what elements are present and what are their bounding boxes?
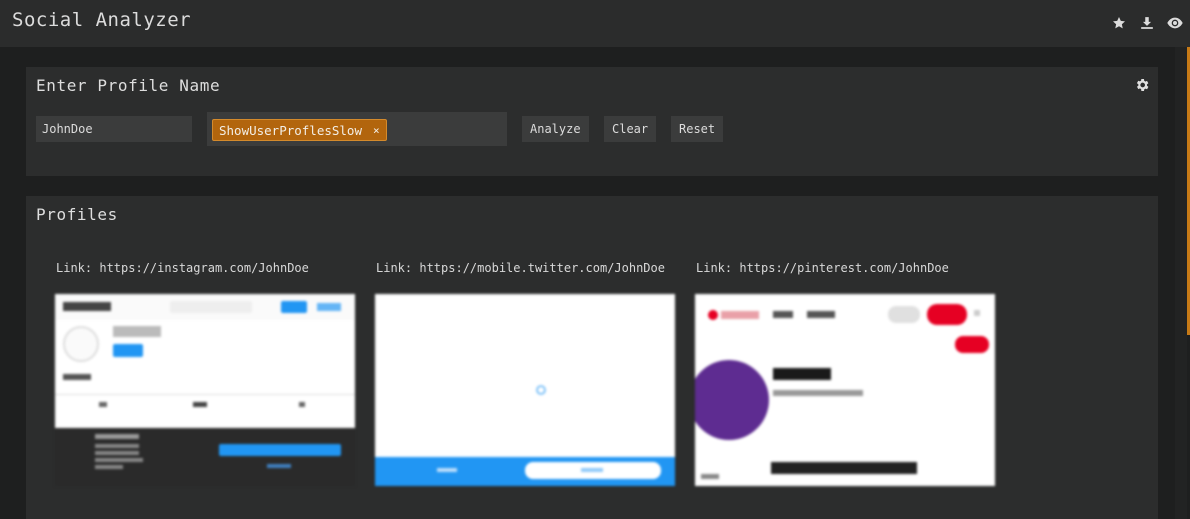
remove-option-icon[interactable]: × — [373, 124, 380, 137]
profile-screenshot-twitter[interactable] — [375, 294, 675, 486]
profile-link-instagram[interactable]: Link: https://instagram.com/JohnDoe — [56, 261, 309, 275]
profile-link-pinterest[interactable]: Link: https://pinterest.com/JohnDoe — [696, 261, 949, 275]
username-input[interactable] — [36, 116, 192, 142]
gear-icon[interactable] — [1134, 77, 1150, 93]
top-bar: Social Analyzer — [0, 0, 1190, 47]
profile-screenshot-pinterest[interactable] — [695, 294, 995, 486]
input-panel-title: Enter Profile Name — [36, 76, 221, 95]
top-toolbar — [1109, 13, 1184, 32]
analyze-button[interactable]: Analyze — [522, 116, 589, 142]
scrollbar[interactable] — [1175, 47, 1187, 519]
option-tag: ShowUserProflesSlow × — [212, 119, 387, 141]
download-icon[interactable] — [1137, 13, 1156, 32]
eye-icon[interactable] — [1165, 13, 1184, 32]
star-icon[interactable] — [1109, 13, 1128, 32]
profile-screenshot-instagram[interactable] — [55, 294, 355, 486]
reset-button[interactable]: Reset — [671, 116, 724, 142]
profiles-panel: Profiles Link: https://instagram.com/Joh… — [26, 196, 1158, 519]
clear-button[interactable]: Clear — [604, 116, 657, 142]
profiles-panel-title: Profiles — [36, 205, 118, 224]
profile-link-twitter[interactable]: Link: https://mobile.twitter.com/JohnDoe — [376, 261, 665, 275]
options-select[interactable]: ShowUserProflesSlow × — [207, 112, 507, 146]
app-title: Social Analyzer — [12, 9, 192, 31]
input-panel: Enter Profile Name ShowUserProflesSlow ×… — [26, 67, 1158, 176]
option-tag-label: ShowUserProflesSlow — [219, 122, 362, 138]
